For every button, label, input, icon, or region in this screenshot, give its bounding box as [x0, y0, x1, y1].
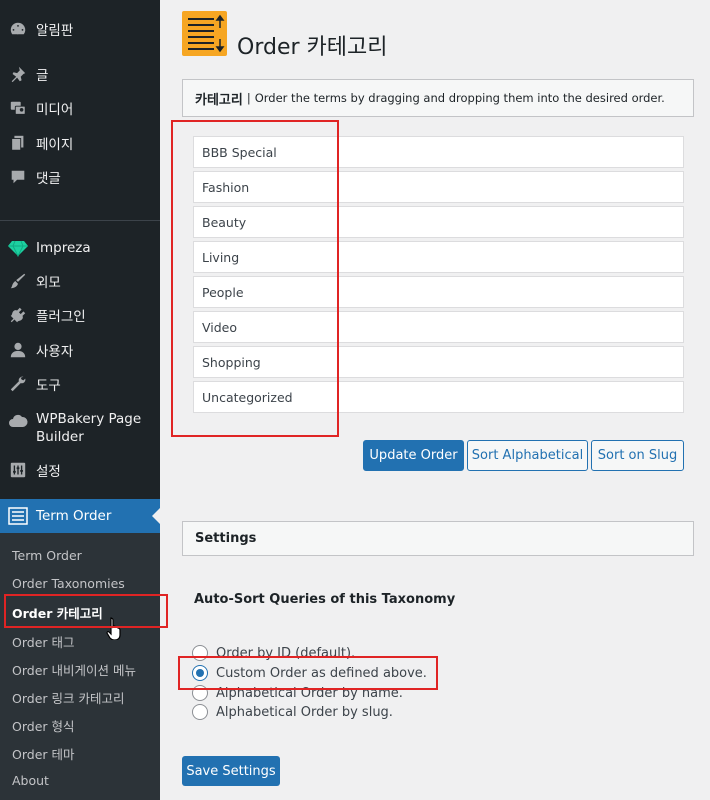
term-item[interactable]: Uncategorized [193, 381, 684, 413]
menu-comments[interactable]: 댓글 [0, 167, 160, 187]
submenu-order-taxonomies[interactable]: Order Taxonomies [12, 576, 125, 591]
radio-custom-order[interactable]: Custom Order as defined above. [192, 665, 427, 681]
term-item[interactable]: BBB Special [193, 136, 684, 168]
brush-icon [8, 271, 28, 291]
menu-separator [0, 220, 160, 221]
list-icon [8, 506, 28, 526]
save-settings-button[interactable]: Save Settings [182, 756, 280, 786]
term-item[interactable]: Video [193, 311, 684, 343]
menu-settings[interactable]: 설정 [0, 460, 160, 480]
submenu-order-format[interactable]: Order 형식 [12, 716, 75, 735]
menu-label: Impreza [36, 240, 91, 256]
menu-dashboard[interactable]: 알림판 [0, 19, 160, 39]
menu-plugins[interactable]: 플러그인 [0, 305, 160, 325]
radio-alpha-name[interactable]: Alphabetical Order by name. [192, 685, 403, 701]
menu-impreza[interactable]: Impreza [0, 238, 160, 258]
term-item[interactable]: Shopping [193, 346, 684, 378]
menu-users[interactable]: 사용자 [0, 340, 160, 360]
menu-label: 페이지 [36, 137, 74, 153]
menu-label: 도구 [36, 378, 61, 394]
sort-alphabetical-button[interactable]: Sort Alphabetical [467, 440, 588, 471]
term-item[interactable]: People [193, 276, 684, 308]
menu-label: 알림판 [36, 23, 74, 39]
auto-sort-label: Auto-Sort Queries of this Taxonomy [194, 592, 456, 607]
term-order-submenu: Term Order Order Taxonomies Order 카테고리 O… [0, 533, 160, 800]
page-icon [8, 133, 28, 153]
settings-heading: Settings [195, 531, 257, 546]
menu-label: Term Order [36, 508, 112, 524]
submenu-term-order[interactable]: Term Order [12, 548, 82, 563]
active-notch [152, 508, 160, 524]
menu-label: 설정 [36, 464, 61, 480]
menu-label: 사용자 [36, 344, 74, 360]
dashboard-icon [8, 19, 28, 39]
comment-icon [8, 167, 28, 187]
pin-icon [8, 64, 28, 84]
term-item[interactable]: Living [193, 241, 684, 273]
menu-label: 댓글 [36, 171, 61, 187]
diamond-icon [8, 238, 28, 258]
menu-label: 플러그인 [36, 309, 86, 325]
submenu-order-nav-menu[interactable]: Order 내비게이션 메뉴 [12, 660, 136, 679]
menu-media[interactable]: 미디어 [0, 98, 160, 118]
menu-label: WPBakery Page Builder [36, 411, 142, 445]
menu-label: 글 [36, 68, 49, 84]
radio-button[interactable] [192, 645, 208, 661]
menu-tools[interactable]: 도구 [0, 374, 160, 394]
term-item[interactable]: Fashion [193, 171, 684, 203]
radio-button[interactable] [192, 685, 208, 701]
submenu-order-link-category[interactable]: Order 링크 카테고리 [12, 688, 124, 707]
panel-heading: 카테고리 [195, 92, 243, 108]
radio-button[interactable] [192, 665, 208, 681]
page-title: Order 카테고리 [237, 35, 388, 60]
radio-label: Order by ID (default). [216, 645, 356, 661]
hand-cursor-icon [106, 617, 121, 640]
menu-pages[interactable]: 페이지 [0, 133, 160, 153]
update-order-button[interactable]: Update Order [363, 440, 464, 471]
cloud-icon [8, 410, 28, 430]
term-item[interactable]: Beauty [193, 206, 684, 238]
panel-description: Order the terms by dragging and dropping… [254, 91, 665, 105]
radio-alpha-slug[interactable]: Alphabetical Order by slug. [192, 704, 393, 720]
menu-appearance[interactable]: 외모 [0, 271, 160, 291]
menu-wpbakery[interactable]: WPBakery Page Builder [0, 409, 160, 447]
submenu-about[interactable]: About [12, 773, 49, 788]
menu-posts[interactable]: 글 [0, 64, 160, 84]
term-order-logo-icon [182, 11, 227, 56]
submenu-order-theme[interactable]: Order 테마 [12, 744, 75, 763]
menu-label: 외모 [36, 275, 61, 291]
radio-order-by-id[interactable]: Order by ID (default). [192, 645, 355, 661]
panel-separator: | [246, 91, 251, 105]
admin-sidebar: 알림판 글 미디어 페이지 댓글 Impreza 외모 플러그인 사용자 도구 … [0, 0, 160, 800]
radio-button[interactable] [192, 704, 208, 720]
radio-label: Custom Order as defined above. [216, 665, 427, 681]
category-panel-header: 카테고리 | Order the terms by dragging and d… [182, 79, 694, 117]
radio-label: Alphabetical Order by slug. [216, 704, 393, 720]
sort-on-slug-button[interactable]: Sort on Slug [591, 440, 684, 471]
submenu-order-category[interactable]: Order 카테고리 [12, 603, 103, 622]
radio-label: Alphabetical Order by name. [216, 685, 403, 701]
wrench-icon [8, 374, 28, 394]
media-icon [8, 98, 28, 118]
menu-term-order[interactable]: Term Order [0, 499, 160, 533]
plugin-icon [8, 305, 28, 325]
submenu-order-tag[interactable]: Order 태그 [12, 632, 75, 651]
settings-panel-header: Settings [182, 521, 694, 556]
menu-label: 미디어 [36, 102, 74, 118]
user-icon [8, 340, 28, 360]
settings-icon [8, 460, 28, 480]
